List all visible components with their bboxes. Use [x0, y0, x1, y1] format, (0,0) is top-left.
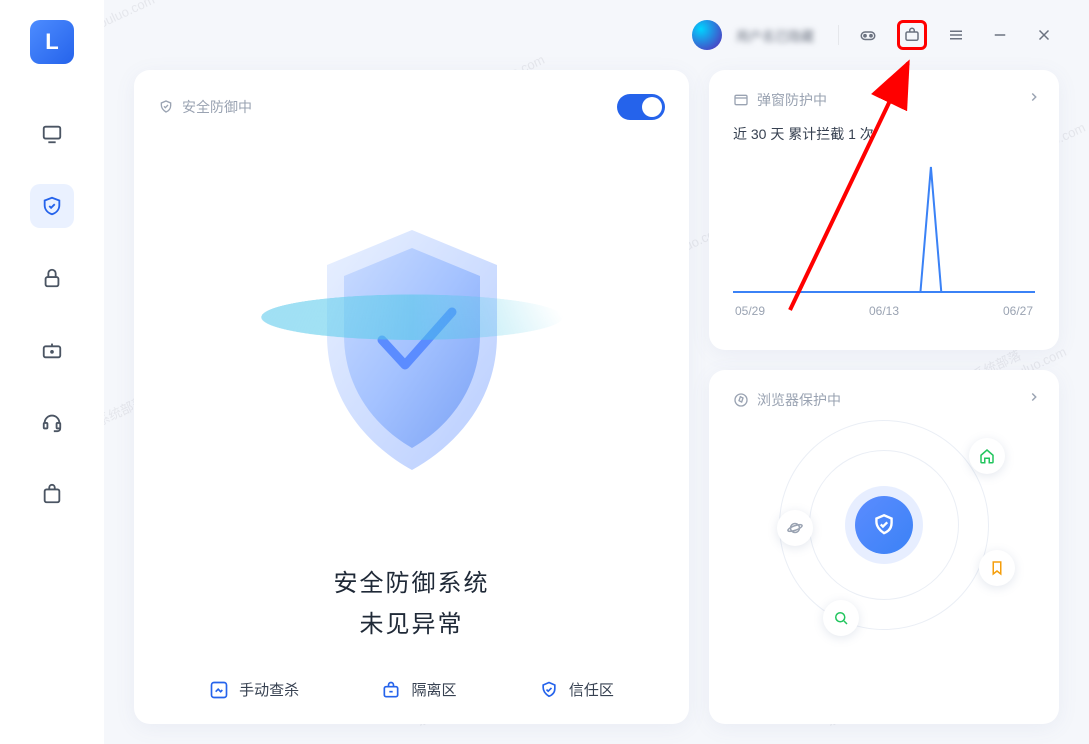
shield-icon [41, 195, 63, 217]
browser-protection-card: 浏览器保护中 [709, 370, 1059, 724]
trust-zone-button[interactable]: 信任区 [539, 679, 614, 700]
close-icon [1035, 26, 1053, 44]
gamepad-button[interactable] [853, 20, 883, 50]
shield-check-icon [871, 512, 897, 538]
sidebar-item-drive[interactable] [30, 328, 74, 372]
menu-icon [947, 26, 965, 44]
chevron-right-icon [1027, 390, 1041, 404]
protection-toggle[interactable] [617, 94, 665, 120]
lock-icon [41, 267, 63, 289]
browser-orbit-illustration [733, 420, 1035, 630]
quarantine-label: 隔离区 [411, 679, 456, 700]
drive-icon [41, 339, 63, 361]
orbit-dot-planet [777, 510, 813, 546]
sidebar-item-lock[interactable] [30, 256, 74, 300]
scan-icon [209, 680, 229, 700]
titlebar: 用户名已隐藏 [134, 0, 1059, 70]
manual-scan-label: 手动查杀 [239, 679, 299, 700]
bookmark-icon [988, 559, 1006, 577]
divider [838, 25, 839, 45]
trust-icon [539, 680, 559, 700]
minimize-button[interactable] [985, 20, 1015, 50]
chart-tick-0: 05/29 [735, 304, 765, 318]
quarantine-button[interactable]: 隔离区 [381, 679, 456, 700]
home-icon [978, 447, 996, 465]
chevron-right-icon [1027, 90, 1041, 104]
menu-button[interactable] [941, 20, 971, 50]
monitor-icon [41, 123, 63, 145]
search-icon [832, 609, 850, 627]
shield-illustration [158, 120, 665, 579]
popup-protection-card: 弹窗防护中 近 30 天 累计拦截 1 次 05/29 06/ [709, 70, 1059, 350]
orbit-dot-home [969, 438, 1005, 474]
toolbox-icon [903, 26, 921, 44]
minimize-icon [991, 26, 1009, 44]
orbit-center-shield [855, 496, 913, 554]
orbit-dot-search [823, 600, 859, 636]
toolbox-button[interactable] [897, 20, 927, 50]
orbit-dot-bookmark [979, 550, 1015, 586]
protection-card: 安全防御中 [134, 70, 689, 724]
avatar[interactable] [692, 20, 722, 50]
compass-icon [733, 392, 749, 408]
headset-icon [41, 411, 63, 433]
sidebar: L [0, 0, 104, 744]
chart-tick-1: 06/13 [869, 304, 899, 318]
popup-card-expand[interactable] [1027, 90, 1041, 109]
user-name: 用户名已隐藏 [736, 26, 814, 45]
popup-header-label: 弹窗防护中 [757, 90, 827, 110]
browser-header-label: 浏览器保护中 [757, 390, 841, 410]
shield-check-icon [158, 99, 174, 115]
app-logo: L [30, 20, 74, 64]
popup-stats-text: 近 30 天 累计拦截 1 次 [733, 124, 1035, 144]
popup-chart [733, 164, 1035, 294]
browser-card-expand[interactable] [1027, 390, 1041, 409]
planet-icon [786, 519, 804, 537]
window-icon [733, 92, 749, 108]
gamepad-icon [859, 26, 877, 44]
protection-header-label: 安全防御中 [182, 97, 252, 117]
bag-icon [41, 483, 63, 505]
sidebar-item-support[interactable] [30, 400, 74, 444]
sidebar-item-security[interactable] [30, 184, 74, 228]
close-button[interactable] [1029, 20, 1059, 50]
quarantine-icon [381, 680, 401, 700]
sidebar-item-store[interactable] [30, 472, 74, 516]
trust-label: 信任区 [569, 679, 614, 700]
status-line-2: 未见异常 [158, 604, 665, 639]
manual-scan-button[interactable]: 手动查杀 [209, 679, 299, 700]
sidebar-item-desktop[interactable] [30, 112, 74, 156]
chart-tick-2: 06/27 [1003, 304, 1033, 318]
